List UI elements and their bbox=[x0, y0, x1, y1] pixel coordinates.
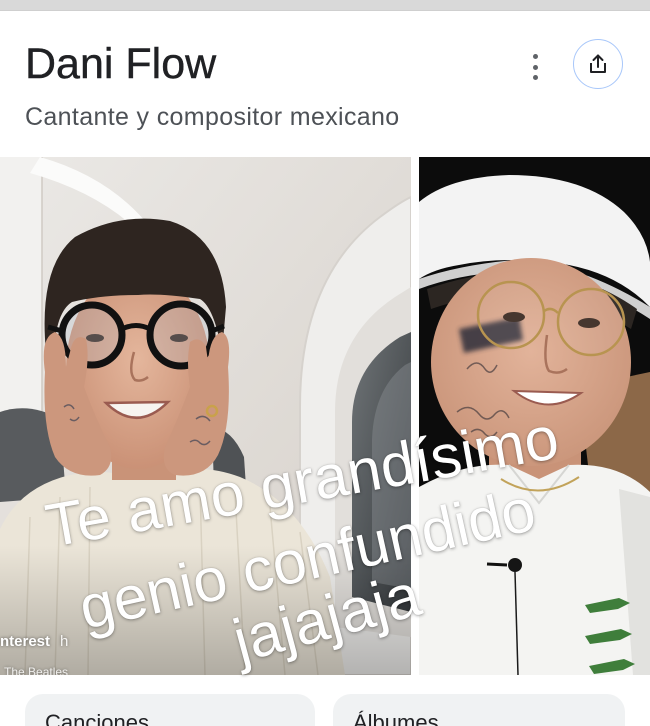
share-icon bbox=[590, 54, 606, 73]
image-source-label: nterest bbox=[0, 633, 51, 650]
image-source-suffix: h bbox=[60, 633, 69, 650]
entity-title: Dani Flow bbox=[25, 40, 217, 88]
photo-illustration-2 bbox=[419, 157, 650, 675]
entity-subtitle: Cantante y compositor mexicano bbox=[25, 103, 400, 131]
image-caption: The Beatles bbox=[4, 665, 69, 675]
share-button[interactable] bbox=[573, 39, 623, 89]
chip-label: Canciones bbox=[45, 710, 149, 726]
chip-label: Álbumes bbox=[353, 710, 439, 726]
more-dot bbox=[532, 75, 538, 80]
chip-albumes[interactable]: Álbumes bbox=[333, 694, 625, 726]
more-vert-icon[interactable] bbox=[527, 54, 543, 80]
category-chips: Canciones Álbumes bbox=[0, 694, 650, 726]
image-result-1[interactable]: nterest h The Beatles bbox=[0, 157, 411, 675]
status-strip bbox=[0, 0, 650, 11]
more-dot bbox=[532, 54, 538, 59]
chip-canciones[interactable]: Canciones bbox=[25, 694, 315, 726]
photo-illustration-1 bbox=[0, 157, 411, 675]
image-result-2[interactable] bbox=[419, 157, 650, 675]
more-dot bbox=[532, 64, 538, 70]
